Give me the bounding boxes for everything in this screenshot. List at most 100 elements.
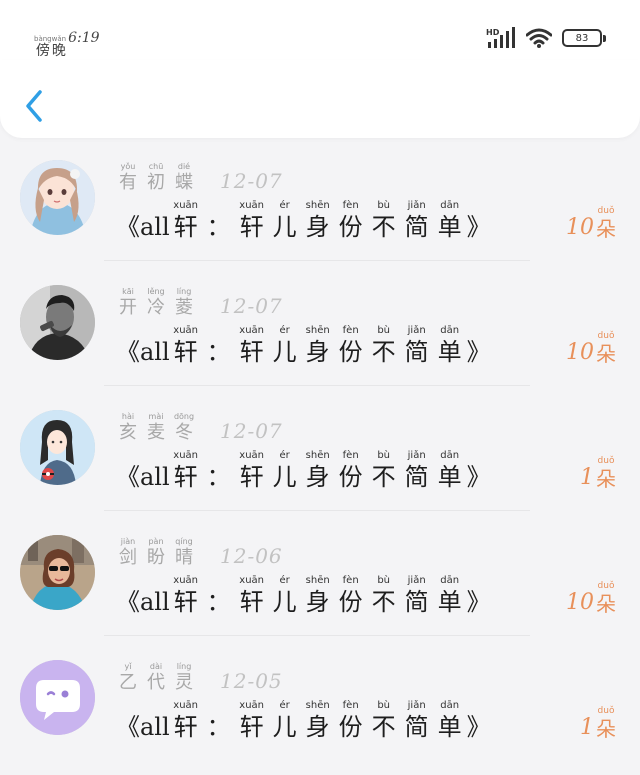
list-item[interactable]: jiàn 剑 pàn 盼 qíng 晴 12-06 《all xuān 轩 ： xuān… — [0, 525, 640, 650]
avatar[interactable] — [20, 160, 95, 235]
battery-level: 83 — [575, 32, 589, 44]
back-button[interactable] — [20, 86, 50, 126]
title-char: ： — [203, 450, 235, 492]
flower-number: 10 — [566, 590, 594, 615]
list-item[interactable]: yǐ 乙 dài 代 líng 灵 12-05 《all xuān 轩 ： xuān 轩 … — [0, 650, 640, 775]
work-title[interactable]: 《all xuān 轩 ： xuān 轩 ér 儿 shēn 身 fèn 份 bù 不 ji… — [116, 446, 491, 492]
title-pinyin: jiǎn — [407, 700, 426, 711]
list-item[interactable]: hài 亥 mài 麦 dōng 冬 12-07 《all xuān 轩 ： xuān 轩… — [0, 400, 640, 525]
name-char: líng 灵 — [172, 662, 196, 694]
title-pinyin: ér — [279, 450, 290, 461]
time-char: wǎn 晚 — [52, 35, 66, 59]
flower-unit: 朵 — [596, 217, 616, 241]
name-char: lěng 冷 — [144, 287, 168, 319]
name-pinyin: dài — [149, 662, 163, 671]
item-date: 12-05 — [220, 669, 283, 693]
list-item[interactable]: yǒu 有 chū 初 dié 蝶 12-07 《all xuān 轩 ： xuān 轩 … — [0, 150, 640, 275]
title-pinyin: bù — [377, 325, 391, 336]
flower-unit-char: duǒ 朵 — [596, 456, 616, 492]
title-pinyin: fèn — [342, 450, 359, 461]
work-title[interactable]: 《all xuān 轩 ： xuān 轩 ér 儿 shēn 身 fèn 份 bù 不 ji… — [116, 196, 491, 242]
name-char: qíng 晴 — [172, 537, 196, 569]
time-hanzi: 傍 — [35, 43, 50, 59]
title-hanzi: 份 — [338, 213, 363, 241]
title-hanzi: 份 — [338, 463, 363, 491]
title-char: jiǎn 简 — [401, 700, 433, 742]
avatar[interactable] — [20, 285, 95, 360]
title-pinyin: jiǎn — [407, 575, 426, 586]
title-pinyin: bù — [377, 200, 391, 211]
title-pinyin: xuān — [173, 700, 199, 711]
title-hanzi: 身 — [305, 588, 330, 616]
title-hanzi: 轩 — [173, 338, 198, 366]
title-char: shēn 身 — [302, 200, 334, 242]
title-pinyin: dān — [440, 200, 460, 211]
title-hanzi: 不 — [371, 463, 396, 491]
name-pinyin: yǐ — [124, 662, 132, 671]
title-pinyin: fèn — [342, 575, 359, 586]
title-pinyin: jiǎn — [407, 450, 426, 461]
title-pinyin: bù — [377, 450, 391, 461]
signal-icon: HD — [486, 27, 515, 48]
avatar-girl-anime-icon — [20, 160, 95, 235]
title-hanzi: 儿 — [272, 213, 297, 241]
time-pinyin: wǎn — [51, 35, 67, 43]
flower-count: 10 duǒ 朵 — [566, 577, 616, 617]
title-char: jiǎn 简 — [401, 450, 433, 492]
title-hanzi: 简 — [404, 463, 429, 491]
avatar[interactable] — [20, 410, 95, 485]
item-meta: yǐ 乙 dài 代 líng 灵 12-05 — [116, 658, 283, 694]
avatar[interactable] — [20, 660, 95, 735]
title-pinyin: shēn — [305, 325, 330, 336]
item-date: 12-07 — [220, 419, 283, 443]
title-char: ： — [203, 200, 235, 242]
name-hanzi: 晴 — [175, 547, 193, 568]
avatar[interactable] — [20, 535, 95, 610]
avatar-girl-cartoon-icon — [20, 410, 95, 485]
title-char: ér 儿 — [269, 700, 301, 742]
title-char: ： — [203, 700, 235, 742]
title-hanzi: ： — [206, 588, 231, 616]
flower-number: 1 — [580, 465, 594, 490]
flower-count: 10 duǒ 朵 — [566, 327, 616, 367]
title-pinyin: bù — [377, 700, 391, 711]
title-hanzi: 儿 — [272, 463, 297, 491]
flower-count: 1 duǒ 朵 — [580, 702, 616, 742]
chevron-left-icon[interactable] — [20, 86, 50, 126]
title-char: ér 儿 — [269, 325, 301, 367]
name-char: pàn 盼 — [144, 537, 168, 569]
work-title[interactable]: 《all xuān 轩 ： xuān 轩 ér 儿 shēn 身 fèn 份 bù 不 ji… — [116, 321, 491, 367]
name-hanzi: 亥 — [119, 422, 137, 443]
title-pinyin: shēn — [305, 700, 330, 711]
flower-unit: 朵 — [596, 342, 616, 366]
title-char: fèn 份 — [335, 325, 367, 367]
title-hanzi: 份 — [338, 713, 363, 741]
title-pinyin: xuān — [173, 200, 199, 211]
list-item[interactable]: kāi 开 lěng 冷 líng 菱 12-07 《all xuān 轩 ： xuān… — [0, 275, 640, 400]
name-char: dài 代 — [144, 662, 168, 694]
work-title[interactable]: 《all xuān 轩 ： xuān 轩 ér 儿 shēn 身 fèn 份 bù 不 ji… — [116, 571, 491, 617]
divider — [104, 635, 530, 636]
title-char: fèn 份 — [335, 575, 367, 617]
item-date: 12-06 — [220, 544, 283, 568]
avatar-man-bw-icon — [20, 285, 95, 360]
name-hanzi: 冬 — [175, 422, 193, 443]
title-hanzi: 不 — [371, 588, 396, 616]
flower-pinyin: duǒ — [597, 331, 615, 341]
title-hanzi: ： — [206, 213, 231, 241]
name-hanzi: 有 — [119, 172, 137, 193]
title-pinyin: dān — [440, 575, 460, 586]
title-hanzi: 轩 — [239, 213, 264, 241]
title-hanzi: 身 — [305, 713, 330, 741]
divider — [104, 510, 530, 511]
time-char: bàng 傍 — [34, 35, 52, 59]
flower-number: 10 — [566, 340, 594, 365]
flower-unit-char: duǒ 朵 — [596, 331, 616, 367]
name-pinyin: lěng — [147, 287, 165, 296]
name-pinyin: líng — [176, 287, 192, 296]
title-hanzi: 份 — [338, 588, 363, 616]
flower-number: 10 — [566, 215, 594, 240]
title-hanzi: 份 — [338, 338, 363, 366]
work-title[interactable]: 《all xuān 轩 ： xuān 轩 ér 儿 shēn 身 fèn 份 bù 不 ji… — [116, 696, 491, 742]
title-hanzi: ： — [206, 713, 231, 741]
